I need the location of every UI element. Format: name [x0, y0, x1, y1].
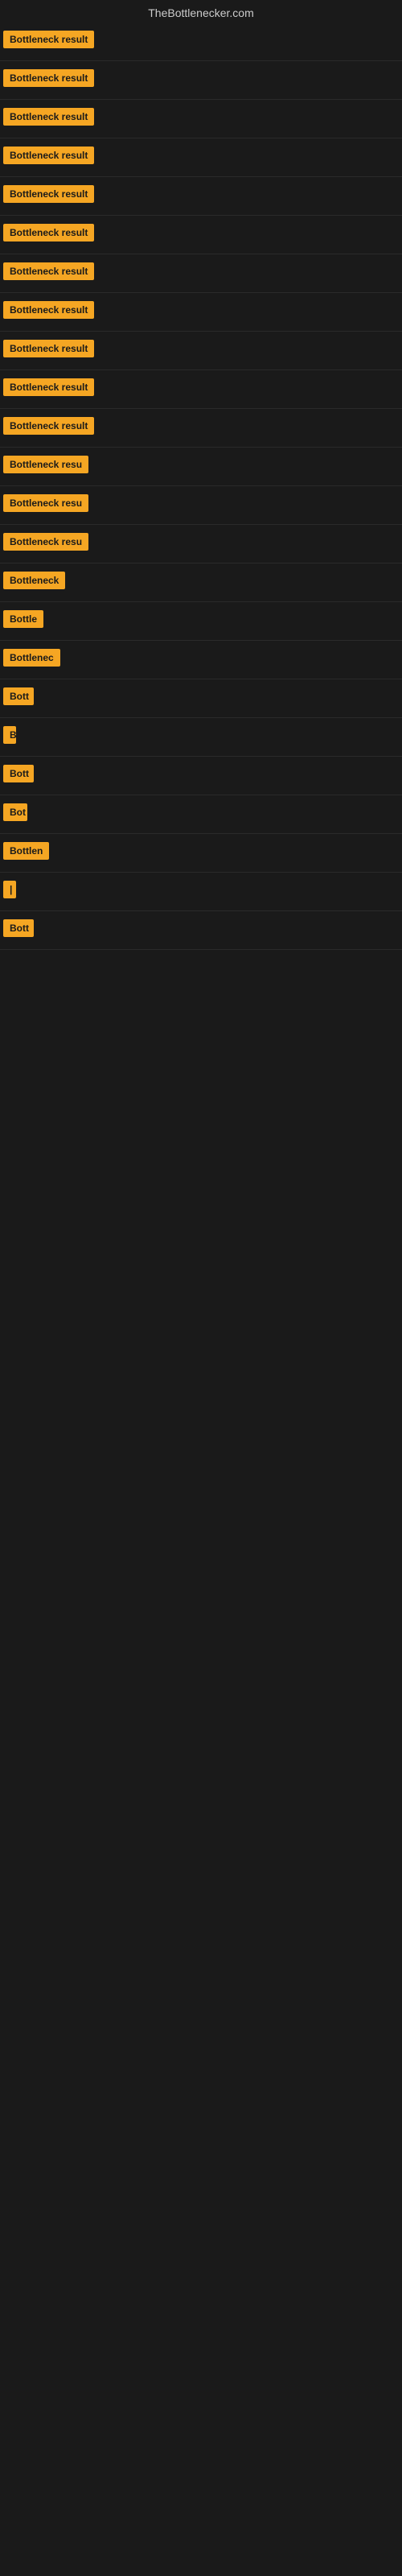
result-row: Bottleneck result — [0, 23, 402, 61]
result-row: Bottleneck result — [0, 177, 402, 216]
bottleneck-badge[interactable]: B — [3, 726, 16, 744]
bottleneck-badge[interactable]: Bottleneck result — [3, 185, 94, 203]
result-row: Bottlenec — [0, 641, 402, 679]
result-row: Bott — [0, 911, 402, 950]
result-row: Bottleneck result — [0, 293, 402, 332]
bottleneck-badge[interactable]: Bottleneck resu — [3, 494, 88, 512]
bottleneck-badge[interactable]: Bottleneck result — [3, 340, 94, 357]
result-row: Bottlen — [0, 834, 402, 873]
bottleneck-badge[interactable]: Bottleneck result — [3, 147, 94, 164]
bottleneck-badge[interactable]: Bottleneck result — [3, 378, 94, 396]
result-row: Bottleneck result — [0, 138, 402, 177]
bottleneck-badge[interactable]: Bottleneck — [3, 572, 65, 589]
results-container: Bottleneck result Bottleneck result Bottle… — [0, 23, 402, 950]
result-row: Bottleneck resu — [0, 486, 402, 525]
bottleneck-badge[interactable]: Bottleneck resu — [3, 533, 88, 551]
result-row: Bottleneck result — [0, 216, 402, 254]
bottleneck-badge[interactable]: Bott — [3, 765, 34, 782]
bottleneck-badge[interactable]: Bottleneck result — [3, 31, 94, 48]
result-row: Bott — [0, 757, 402, 795]
bottleneck-badge[interactable]: Bott — [3, 919, 34, 937]
site-title: TheBottlenecker.com — [0, 0, 402, 23]
bottleneck-badge[interactable]: | — [3, 881, 16, 898]
bottleneck-badge[interactable]: Bottleneck result — [3, 417, 94, 435]
bottleneck-badge[interactable]: Bottlenec — [3, 649, 60, 667]
bottleneck-badge[interactable]: Bottleneck resu — [3, 456, 88, 473]
bottleneck-badge[interactable]: Bott — [3, 687, 34, 705]
result-row: Bottleneck result — [0, 254, 402, 293]
bottleneck-badge[interactable]: Bottlen — [3, 842, 49, 860]
bottleneck-badge[interactable]: Bottleneck result — [3, 69, 94, 87]
bottleneck-badge[interactable]: Bot — [3, 803, 27, 821]
result-row: Bottleneck result — [0, 61, 402, 100]
result-row: Bottleneck — [0, 564, 402, 602]
result-row: Bottleneck resu — [0, 448, 402, 486]
bottleneck-badge[interactable]: Bottleneck result — [3, 262, 94, 280]
result-row: Bottleneck result — [0, 332, 402, 370]
result-row: Bott — [0, 679, 402, 718]
result-row: Bottle — [0, 602, 402, 641]
result-row: | — [0, 873, 402, 911]
bottleneck-badge[interactable]: Bottleneck result — [3, 108, 94, 126]
bottleneck-badge[interactable]: Bottleneck result — [3, 224, 94, 242]
result-row: Bottleneck result — [0, 409, 402, 448]
result-row: Bottleneck result — [0, 100, 402, 138]
bottleneck-badge[interactable]: Bottle — [3, 610, 43, 628]
result-row: Bottleneck result — [0, 370, 402, 409]
result-row: Bottleneck resu — [0, 525, 402, 564]
result-row: B — [0, 718, 402, 757]
bottleneck-badge[interactable]: Bottleneck result — [3, 301, 94, 319]
result-row: Bot — [0, 795, 402, 834]
